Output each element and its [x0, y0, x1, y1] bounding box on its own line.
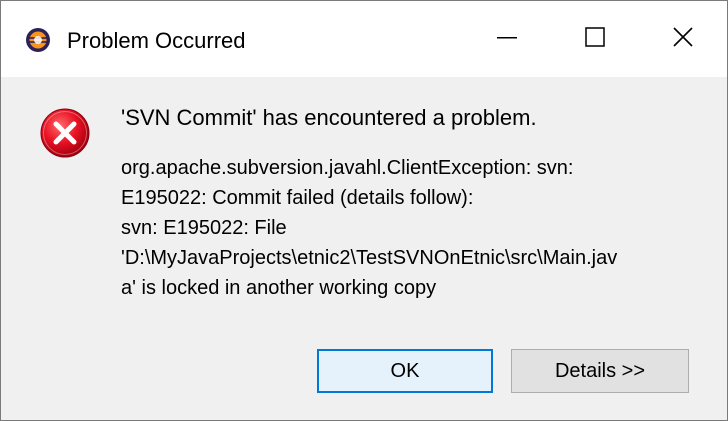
- maximize-button[interactable]: [551, 1, 639, 77]
- details-button[interactable]: Details >>: [511, 349, 689, 393]
- error-detail-line: svn: E195022: File: [121, 217, 287, 239]
- error-detail-line: 'D:\MyJavaProjects\etnic2\TestSVNOnEtnic…: [121, 247, 618, 269]
- maximize-icon: [584, 26, 606, 53]
- eclipse-app-icon: [25, 27, 51, 53]
- error-headline: 'SVN Commit' has encountered a problem.: [121, 105, 537, 130]
- close-icon: [672, 26, 694, 53]
- window-title: Problem Occurred: [67, 28, 246, 53]
- error-detail-line: org.apache.subversion.javahl.ClientExcep…: [121, 157, 574, 179]
- minimize-button[interactable]: [463, 1, 551, 77]
- error-detail-line: a' is locked in another working copy: [121, 277, 437, 299]
- ok-button[interactable]: OK: [317, 349, 493, 393]
- error-detail-line: E195022: Commit failed (details follow):: [121, 187, 474, 209]
- error-icon: [39, 107, 91, 159]
- close-button[interactable]: [639, 1, 727, 77]
- minimize-icon: [496, 26, 518, 53]
- dialog-content: 'SVN Commit' has encountered a problem. …: [1, 77, 727, 420]
- dialog-window: Problem Occurred 'SVN Commit' has encoun…: [0, 0, 728, 421]
- title-bar[interactable]: Problem Occurred: [1, 1, 727, 77]
- error-details: org.apache.subversion.javahl.ClientExcep…: [121, 153, 721, 303]
